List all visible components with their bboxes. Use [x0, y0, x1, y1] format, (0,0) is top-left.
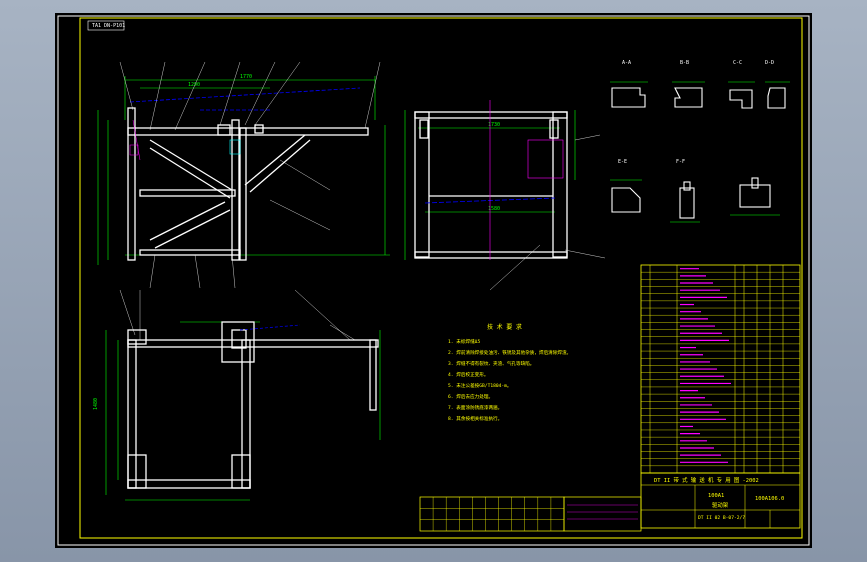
- note-line-4: 4. 焊后校正变形。: [448, 371, 488, 378]
- note-line-2: 2. 焊前清除焊接处油污、铁锈及其他杂质，焊后清除焊渣。: [448, 349, 571, 356]
- title-drawing-no: DT II 02 B-07-2/7: [698, 515, 745, 521]
- section-label-1: A-A: [622, 60, 631, 66]
- section-label-4: D-D: [765, 60, 774, 66]
- section-label-6: F-F: [676, 159, 685, 165]
- note-line-8: 8. 其余按相关标准执行。: [448, 415, 502, 422]
- note-line-1: 1. 未标焊缝Δ5: [448, 338, 480, 345]
- note-line-6: 6. 焊后去应力处理。: [448, 393, 493, 400]
- drawing-sheet: [55, 13, 812, 548]
- plan-left-dim: 1480: [93, 398, 99, 410]
- section-label-3: C-C: [733, 60, 742, 66]
- title-spec: 100A106.0: [755, 496, 784, 502]
- note-line-7: 7. 表面涂防锈底漆两遍。: [448, 404, 502, 411]
- section-label-2: B-B: [680, 60, 689, 66]
- note-line-5: 5. 未注公差按GB/T1804-m。: [448, 382, 512, 389]
- sheet-stamp: TA1 DN-P101: [92, 23, 125, 29]
- title-code: 100A1: [708, 493, 724, 499]
- main-top-dim: 1770: [240, 74, 252, 80]
- section-label-5: E-E: [618, 159, 627, 165]
- cad-drawing-canvas: TA1 DN-P101 1770 1290 1730 1580 A-A B-B …: [55, 13, 812, 548]
- notes-title: 技 术 要 求: [487, 323, 522, 331]
- note-line-3: 3. 焊缝不得有裂纹、夹渣、气孔等缺陷。: [448, 360, 534, 367]
- title-company: DT II 带 式 输 送 机 专 用 图 -2002: [654, 476, 759, 484]
- title-name: 驱动架: [712, 502, 729, 509]
